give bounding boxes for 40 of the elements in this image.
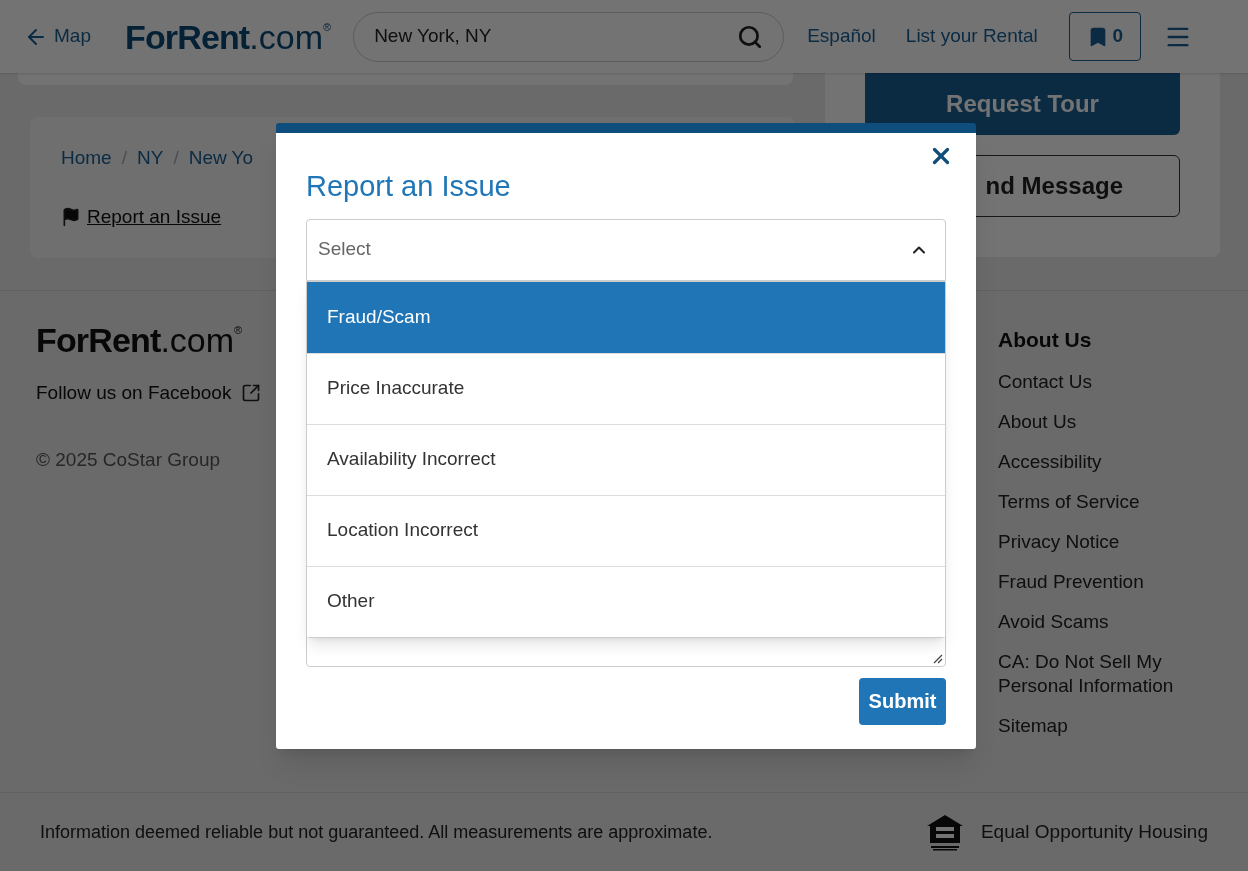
- footer-link[interactable]: Privacy Notice: [998, 529, 1198, 554]
- search-icon[interactable]: [737, 23, 764, 50]
- equal-housing-label: Equal Opportunity Housing: [980, 819, 1208, 844]
- external-link-icon: [241, 383, 262, 404]
- facebook-link[interactable]: Follow us on Facebook: [36, 379, 232, 408]
- logo[interactable]: ForRent.com®: [124, 19, 332, 54]
- back-link[interactable]: Map: [24, 22, 91, 51]
- footer-link[interactable]: CA: Do Not Sell My Personal Information: [998, 649, 1198, 698]
- dropdown-option[interactable]: Other: [307, 565, 945, 637]
- footer-link[interactable]: Contact Us: [998, 369, 1198, 394]
- breadcrumb-link[interactable]: New Yo: [188, 144, 254, 173]
- footer-link[interactable]: Accessibility: [998, 449, 1198, 474]
- footer-link[interactable]: Sitemap: [998, 713, 1198, 738]
- dropdown-option[interactable]: Fraud/Scam: [307, 281, 945, 353]
- dropdown-option[interactable]: Availability Incorrect: [307, 423, 945, 495]
- flag-icon: [61, 206, 81, 227]
- copyright: © 2025 CoStar Group: [36, 447, 221, 472]
- breadcrumb-separator: /: [173, 146, 179, 170]
- language-link[interactable]: Español: [807, 22, 876, 51]
- dropdown-option[interactable]: Price Inaccurate: [307, 352, 945, 424]
- issue-select[interactable]: Select: [306, 218, 946, 281]
- footer-link[interactable]: Fraud Prevention: [998, 569, 1198, 594]
- disclaimer: Information deemed reliable but not guaranteed. All measurements are approximate.: [40, 820, 713, 844]
- report-link[interactable]: Report an Issue: [87, 202, 222, 231]
- dialog-title: Report an Issue: [306, 169, 512, 204]
- search-field[interactable]: New York, NY: [353, 11, 785, 62]
- saved-button[interactable]: 0: [1068, 12, 1141, 61]
- request-tour-button[interactable]: Request Tour: [865, 73, 1180, 135]
- footer-heading: About Us: [998, 327, 1093, 353]
- breadcrumb-link[interactable]: Home: [61, 144, 112, 173]
- breadcrumb-separator: /: [121, 146, 127, 170]
- list-rental-link[interactable]: List your Rental: [905, 22, 1038, 51]
- breadcrumb-link[interactable]: NY: [136, 144, 164, 173]
- submit-button[interactable]: Submit: [859, 677, 946, 725]
- footer-link[interactable]: About Us: [998, 409, 1198, 434]
- logo[interactable]: ForRent.com®: [36, 323, 243, 357]
- footer-link[interactable]: Terms of Service: [998, 489, 1198, 514]
- dropdown-option[interactable]: Location Incorrect: [307, 494, 945, 566]
- resize-handle-icon: [933, 653, 943, 664]
- footer-link[interactable]: Avoid Scams: [998, 609, 1198, 634]
